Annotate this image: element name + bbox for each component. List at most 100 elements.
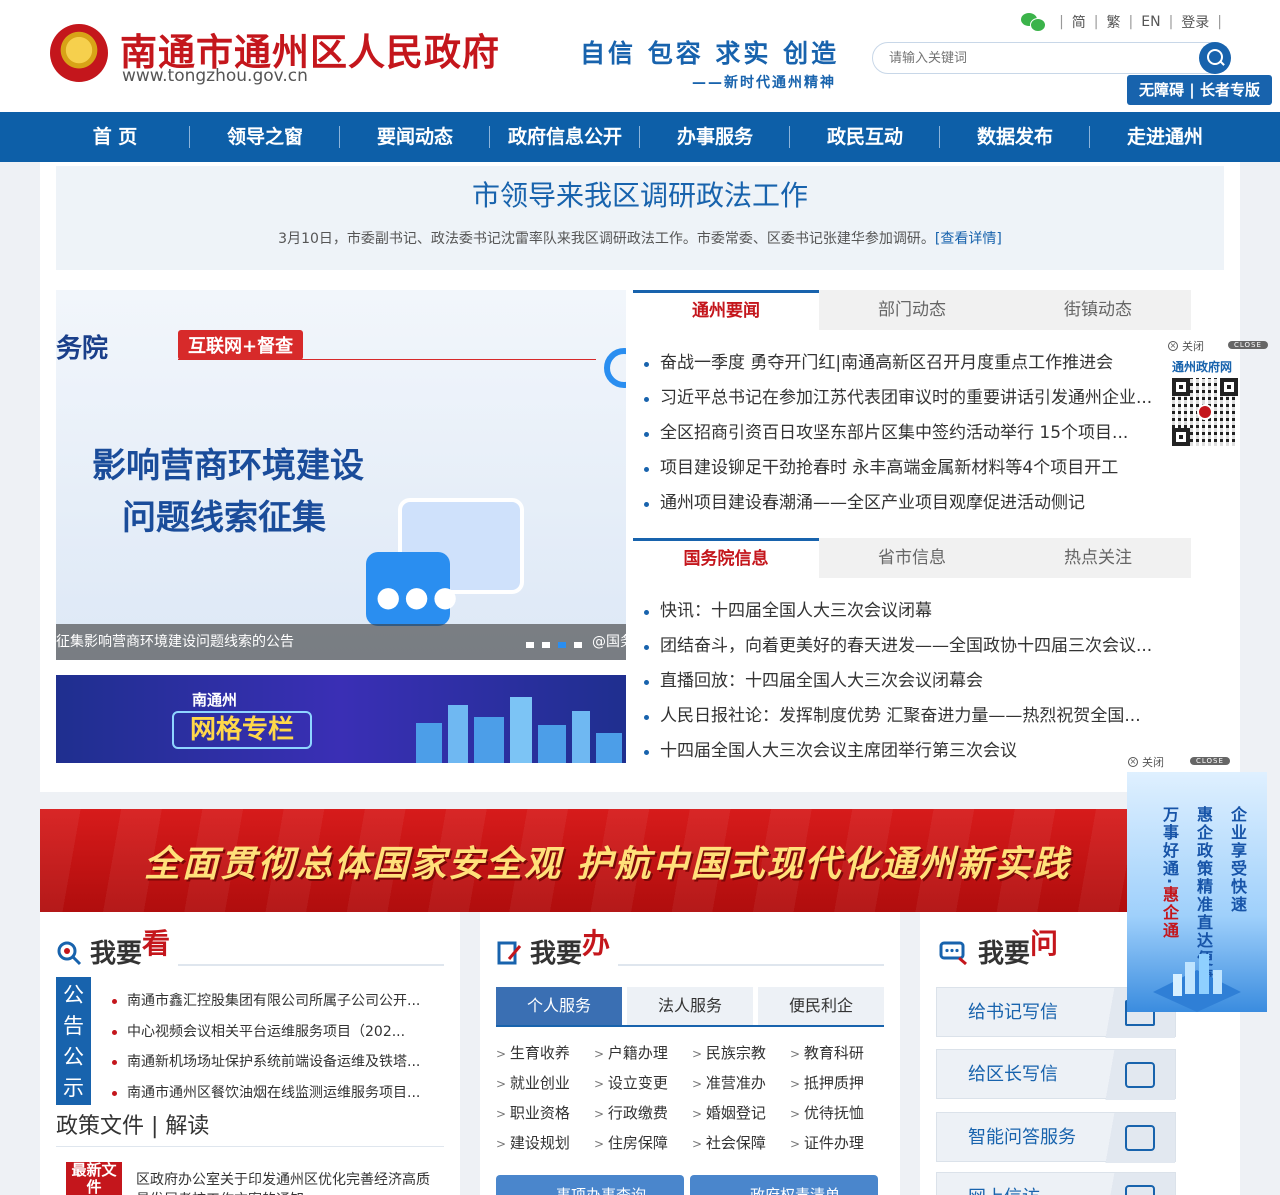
notice-side-char: 公 — [63, 1045, 84, 1069]
nav-gov-info[interactable]: 政府信息公开 — [490, 112, 640, 162]
list-item[interactable]: 南通新机场场址保护系统前端设备运维及铁塔... — [110, 1047, 446, 1078]
chat-dots-icon: ●●● — [376, 580, 462, 613]
list-item[interactable]: 习近平总书记在参加江苏代表团审议时的重要讲话引发通州企业... — [640, 381, 1180, 416]
list-item[interactable]: 南通市通州区餐饮油烟在线监测运维服务项目... — [110, 1078, 446, 1109]
service-link[interactable]: 准营准办 — [692, 1072, 790, 1094]
service-link[interactable]: 生育收养 — [496, 1042, 594, 1064]
smart-qa-button[interactable]: 智能问答服务 — [936, 1112, 1176, 1163]
write-to-mayor-button[interactable]: 给区长写信 — [936, 1049, 1176, 1100]
qr-label: 通州政府网 — [1172, 360, 1233, 374]
list-item[interactable]: 南通市鑫汇控股集团有限公司所属子公司公开... — [110, 986, 446, 1017]
nav-home[interactable]: 首 页 — [40, 112, 190, 162]
close-label: 关闭 — [1182, 340, 1204, 353]
traditional-chinese-link[interactable]: 繁 — [1107, 12, 1121, 32]
close-badge[interactable]: CLOSE — [1190, 757, 1230, 765]
security-banner[interactable]: 全面贯彻总体国家安全观 护航中国式现代化通州新实践 — [40, 809, 1240, 912]
ad-close-button[interactable]: × 关闭 — [1128, 754, 1164, 770]
qr-close-button[interactable]: × 关闭 — [1168, 338, 1204, 354]
simplified-chinese-link[interactable]: 简 — [1072, 12, 1086, 32]
list-item[interactable]: 人民日报社论：发挥制度优势 汇聚奋进力量——热烈祝贺全国... — [640, 699, 1180, 734]
search-input[interactable] — [889, 43, 1189, 73]
wechat-icon[interactable] — [1021, 13, 1047, 32]
english-link[interactable]: EN — [1141, 14, 1160, 30]
service-link[interactable]: 民族宗教 — [692, 1042, 790, 1064]
nav-about[interactable]: 走进通州 — [1090, 112, 1240, 162]
online-petition-button[interactable]: 网上信访 — [936, 1172, 1176, 1195]
carousel-dot[interactable] — [558, 642, 566, 648]
list-item[interactable]: 项目建设铆足干劲抢春时 永丰高端金属新材料等4个项目开工 — [640, 451, 1180, 486]
list-item[interactable]: 十四届全国人大三次会议主席团举行第三次会议 — [640, 734, 1180, 769]
panel-see-title: 我要看 — [56, 927, 170, 970]
carousel-caption-tail: @国务 — [592, 634, 626, 650]
qr-emblem-icon — [1197, 404, 1213, 420]
carousel-dot[interactable] — [542, 642, 550, 648]
carousel-dot[interactable] — [526, 642, 534, 648]
service-link[interactable]: 职业资格 — [496, 1102, 594, 1124]
headline-title[interactable]: 市领导来我区调研政法工作 — [56, 174, 1224, 214]
grid-logo: 南通州 — [192, 691, 238, 709]
service-query-button[interactable]: 事项办事查询 — [496, 1175, 684, 1195]
close-badge[interactable]: CLOSE — [1228, 341, 1268, 349]
list-item[interactable]: 快讯：十四届全国人大三次会议闭幕 — [640, 594, 1180, 629]
tab-tongzhou-news[interactable]: 通州要闻 — [633, 290, 819, 330]
tab-department-news[interactable]: 部门动态 — [819, 290, 1005, 330]
tab-convenience-service[interactable]: 便民利企 — [758, 987, 884, 1025]
nav-interaction[interactable]: 政民互动 — [790, 112, 940, 162]
service-link[interactable]: 设立变更 — [594, 1072, 692, 1094]
nav-news[interactable]: 要闻动态 — [340, 112, 490, 162]
service-link[interactable]: 婚姻登记 — [692, 1102, 790, 1124]
national-emblem-icon — [50, 24, 108, 82]
service-link[interactable]: 社会保障 — [692, 1132, 790, 1154]
qr-corner — [1220, 378, 1238, 396]
list-item[interactable]: 全区招商引资百日攻坚东部片区集中签约活动举行 15个项目... — [640, 416, 1180, 451]
grid-column-banner[interactable]: 南通州 网格专栏 — [56, 675, 626, 763]
service-link[interactable]: 抵押质押 — [790, 1072, 888, 1094]
mailbox-icon — [1125, 1062, 1155, 1088]
tab-personal-service[interactable]: 个人服务 — [496, 987, 622, 1025]
nav-data[interactable]: 数据发布 — [940, 112, 1090, 162]
ask-label: 网上信访 — [968, 1173, 1040, 1195]
service-link[interactable]: 证件办理 — [790, 1132, 888, 1154]
service-link[interactable]: 行政缴费 — [594, 1102, 692, 1124]
service-link[interactable]: 建设规划 — [496, 1132, 594, 1154]
carousel-dot[interactable] — [574, 642, 582, 648]
divider — [178, 964, 444, 966]
tab-corporate-service[interactable]: 法人服务 — [627, 987, 753, 1025]
nav-leaders[interactable]: 领导之窗 — [190, 112, 340, 162]
policy-item[interactable]: 区政府办公室关于印发通州区优化完善经济高质量发展考核工作方案的通知 — [136, 1170, 442, 1195]
huiqitong-float-ad[interactable]: 企业享受快速 惠企政策精准直达便捷 万事好通·惠企通 — [1127, 772, 1267, 1012]
building-graphic — [596, 733, 622, 763]
close-label: 关闭 — [1142, 756, 1164, 769]
tab-state-council[interactable]: 国务院信息 — [633, 538, 819, 578]
tab-town-news[interactable]: 街镇动态 — [1005, 290, 1191, 330]
headline-more-link[interactable]: [查看详情] — [935, 231, 1002, 247]
nav-services[interactable]: 办事服务 — [640, 112, 790, 162]
list-item[interactable]: 通州项目建设春潮涌——全区产业项目观摩促进活动侧记 — [640, 486, 1180, 521]
login-link[interactable]: 登录 — [1181, 12, 1209, 32]
chat-bubble-icon — [1125, 1125, 1155, 1151]
building-graphic — [538, 725, 566, 763]
responsibility-list-button[interactable]: 政府权责清单 — [690, 1175, 878, 1195]
list-item[interactable]: 直播回放：十四届全国人大三次会议闭幕会 — [640, 664, 1180, 699]
notice-side-char: 告 — [63, 1014, 84, 1038]
service-link[interactable]: 住房保障 — [594, 1132, 692, 1154]
news-list-local: 奋战一季度 勇夺开门红|南通高新区召开月度重点工作推进会 习近平总书记在参加江苏… — [640, 346, 1180, 521]
site-header: 南通市通州区人民政府 www.tongzhou.gov.cn 自信 包容 求实 … — [0, 0, 1280, 112]
service-link[interactable]: 教育科研 — [790, 1042, 888, 1064]
ask-label: 给区长写信 — [968, 1064, 1058, 1085]
carousel-brand: 务院 — [56, 334, 109, 364]
headline-box: 市领导来我区调研政法工作 3月10日，市委副书记、政法委书记沈雷率队来我区调研政… — [56, 166, 1224, 270]
list-item[interactable]: 团结奋斗，向着更美好的春天进发——全国政协十四届三次会议... — [640, 629, 1180, 664]
service-link[interactable]: 优待抚恤 — [790, 1102, 888, 1124]
list-item[interactable]: 奋战一季度 勇夺开门红|南通高新区召开月度重点工作推进会 — [640, 346, 1180, 381]
service-link[interactable]: 就业创业 — [496, 1072, 594, 1094]
service-link[interactable]: 户籍办理 — [594, 1042, 692, 1064]
search-icon[interactable] — [1199, 42, 1231, 74]
tab-province-city[interactable]: 省市信息 — [819, 538, 1005, 578]
building-graphic — [416, 723, 442, 763]
accessibility-button[interactable]: 无障碍 | 长者专版 — [1127, 75, 1272, 105]
tab-hot-topics[interactable]: 热点关注 — [1005, 538, 1191, 578]
news-carousel[interactable]: 务院 互联网+督查 影响营商环境建设 问题线索征集 ●●● 征集影响营商环境建设… — [56, 290, 626, 660]
list-item[interactable]: 中心视频会议相关平台运维服务项目（202... — [110, 1017, 446, 1048]
policy-heading[interactable]: 政策文件 | 解读 — [56, 1108, 209, 1140]
